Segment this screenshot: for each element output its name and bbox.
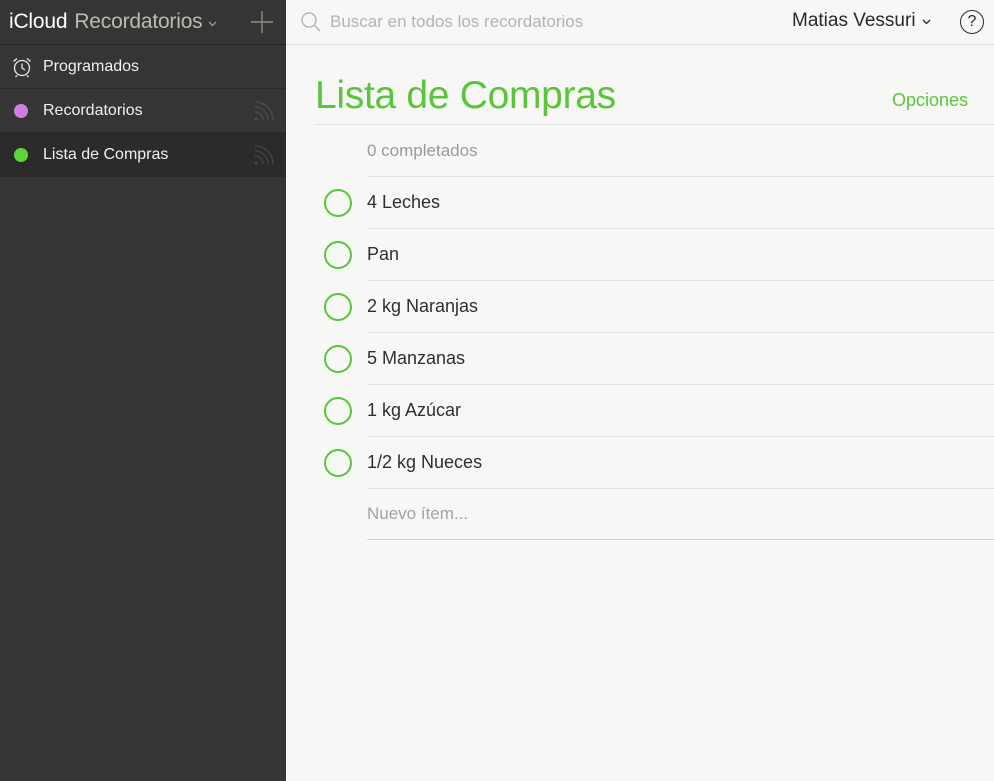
- icloud-brand[interactable]: iCloud: [9, 10, 68, 34]
- reminder-text[interactable]: 2 kg Naranjas: [367, 296, 478, 317]
- shared-list-icon[interactable]: [252, 101, 274, 123]
- complete-checkbox[interactable]: [324, 345, 352, 373]
- list-title[interactable]: Lista de Compras: [315, 74, 616, 118]
- chevron-down-icon[interactable]: [208, 21, 217, 27]
- completed-count: 0 completados: [367, 140, 478, 160]
- options-link[interactable]: Opciones: [892, 90, 968, 111]
- top-bar: Matias Vessuri ?: [286, 0, 994, 45]
- user-name: Matias Vessuri: [792, 10, 916, 31]
- new-item-row: [367, 489, 994, 540]
- list-color-dot-icon: [14, 147, 28, 162]
- sidebar-item-label: Recordatorios: [43, 101, 143, 119]
- sidebar-header: iCloud Recordatorios: [0, 0, 286, 45]
- complete-checkbox[interactable]: [324, 293, 352, 321]
- new-item-input[interactable]: [367, 504, 767, 524]
- add-list-button[interactable]: [250, 10, 274, 34]
- reminder-row[interactable]: 2 kg Naranjas: [286, 281, 994, 333]
- reminder-text[interactable]: 1/2 kg Nueces: [367, 452, 482, 473]
- search-input[interactable]: [330, 8, 710, 36]
- reminder-text[interactable]: Pan: [367, 244, 399, 265]
- complete-checkbox[interactable]: [324, 397, 352, 425]
- reminder-text[interactable]: 1 kg Azúcar: [367, 400, 461, 421]
- app-switcher-label[interactable]: Recordatorios: [74, 10, 202, 34]
- user-menu[interactable]: Matias Vessuri: [792, 10, 931, 32]
- sidebar: iCloud Recordatorios Programados Recorda…: [0, 0, 286, 781]
- main-panel: Matias Vessuri ? Lista de Compras Opcion…: [286, 0, 994, 781]
- reminder-row[interactable]: 1/2 kg Nueces: [286, 437, 994, 489]
- sidebar-item-label: Lista de Compras: [43, 145, 169, 163]
- alarm-clock-icon: [11, 56, 33, 78]
- chevron-down-icon: [922, 19, 931, 25]
- complete-checkbox[interactable]: [324, 241, 352, 269]
- sidebar-item-lista-de-compras[interactable]: Lista de Compras: [0, 133, 286, 177]
- completed-count-row[interactable]: 0 completados: [367, 125, 994, 177]
- list-color-dot-icon: [14, 103, 28, 118]
- reminder-row[interactable]: 1 kg Azúcar: [286, 385, 994, 437]
- reminder-row[interactable]: Pan: [286, 229, 994, 281]
- reminder-row[interactable]: 5 Manzanas: [286, 333, 994, 385]
- reminder-text[interactable]: 4 Leches: [367, 192, 440, 213]
- reminder-row[interactable]: 4 Leches: [286, 177, 994, 229]
- help-button[interactable]: ?: [960, 10, 984, 34]
- reminder-text[interactable]: 5 Manzanas: [367, 348, 465, 369]
- complete-checkbox[interactable]: [324, 189, 352, 217]
- sidebar-item-recordatorios[interactable]: Recordatorios: [0, 89, 286, 133]
- list-header: Lista de Compras Opciones: [315, 45, 994, 125]
- sidebar-item-programados[interactable]: Programados: [0, 45, 286, 89]
- shared-list-icon[interactable]: [252, 145, 274, 167]
- search-icon: [300, 11, 322, 33]
- sidebar-item-label: Programados: [43, 57, 140, 75]
- complete-checkbox[interactable]: [324, 449, 352, 477]
